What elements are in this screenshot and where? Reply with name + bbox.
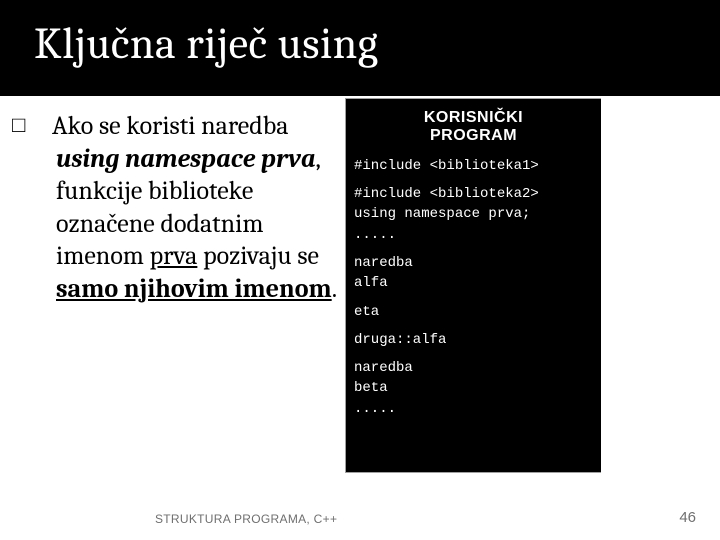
bullet-icon: □	[34, 112, 52, 140]
body-bold-under: samo njihovim imenom	[56, 274, 332, 304]
code-header-line1: KORISNIČKI	[424, 109, 523, 126]
body-text: □Ako se koristi naredba using namespace …	[34, 110, 339, 305]
code-line: #include <biblioteka1>	[354, 156, 593, 176]
code-header-line2: PROGRAM	[430, 127, 517, 144]
code-line: naredba	[354, 358, 593, 378]
code-line: eta	[354, 302, 593, 322]
slide-number: 46	[679, 509, 696, 526]
code-line: naredba	[354, 253, 593, 273]
code-line: druga::alfa	[354, 330, 593, 350]
code-line: using namespace prva;	[354, 204, 593, 224]
footer-text: STRUKTURA PROGRAMA, C++	[155, 512, 337, 526]
code-line: .....	[354, 225, 593, 245]
slide-title: Ključna riječ using	[34, 18, 378, 69]
body-part3: pozivaju se	[197, 241, 319, 271]
body-part1: Ako se koristi naredba	[52, 111, 288, 141]
code-line: #include <biblioteka2>	[354, 184, 593, 204]
code-line: beta	[354, 378, 593, 398]
code-header: KORISNIČKI PROGRAM	[354, 109, 593, 146]
title-bar: Ključna riječ using	[0, 0, 720, 96]
body-underlined1: prva	[150, 241, 198, 271]
code-line: .....	[354, 399, 593, 419]
body-part4: .	[332, 274, 337, 304]
body-em: using namespace prva	[56, 144, 316, 174]
slide: Ključna riječ using □Ako se koristi nare…	[0, 0, 720, 540]
code-panel: KORISNIČKI PROGRAM #include <biblioteka1…	[345, 98, 601, 473]
code-line: alfa	[354, 273, 593, 293]
